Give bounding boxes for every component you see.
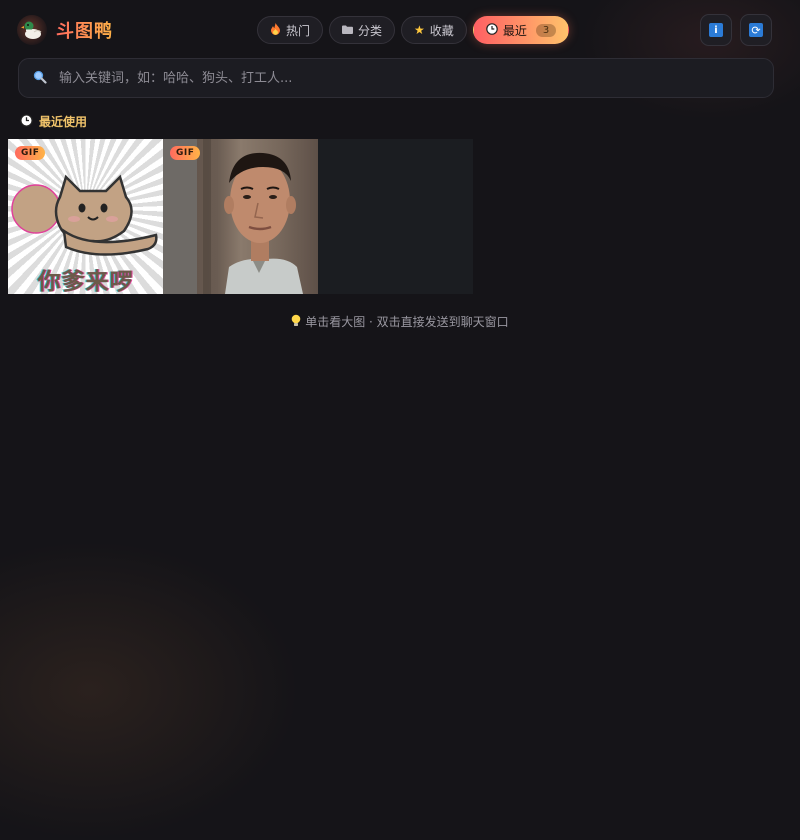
search-icon xyxy=(33,69,47,88)
tab-category[interactable]: 分类 xyxy=(329,16,396,44)
empty-slot xyxy=(318,139,473,294)
search-input[interactable] xyxy=(57,69,741,87)
logo: 斗图鸭 xyxy=(17,15,113,45)
tab-favorites[interactable]: ★ 收藏 xyxy=(401,16,467,44)
info-icon: i xyxy=(709,23,723,37)
tab-label: 最近 xyxy=(502,23,527,38)
refresh-icon: ⟳ xyxy=(749,23,763,37)
fire-icon xyxy=(270,22,281,38)
refresh-glyph: ⟳ xyxy=(751,23,761,37)
recent-count-badge: 3 xyxy=(535,23,557,37)
sticker-item[interactable]: 你爹来啰 GIF xyxy=(8,139,163,294)
gif-badge: GIF xyxy=(170,146,201,160)
clock-icon xyxy=(486,22,498,38)
tab-label: 分类 xyxy=(358,23,383,38)
sticker-caption: 你爹来啰 xyxy=(37,269,134,294)
info-glyph: i xyxy=(714,24,718,36)
sticker-item[interactable]: GIF xyxy=(163,139,318,294)
app-header: 斗图鸭 热门 分类 ★ 收藏 最近 3 i ⟳ xyxy=(0,0,800,60)
recent-grid: 你爹来啰 GIF GIF xyxy=(8,139,473,294)
usage-hint: 单击看大图 · 双击直接发送到聊天窗口 xyxy=(0,313,800,330)
folder-icon xyxy=(342,23,354,37)
info-button[interactable]: i xyxy=(700,14,732,46)
gif-badge: GIF xyxy=(15,146,46,160)
tab-recent[interactable]: 最近 3 xyxy=(472,16,570,44)
clock-icon xyxy=(20,113,33,130)
tab-label: 收藏 xyxy=(429,23,454,38)
star-icon: ★ xyxy=(414,23,425,37)
recent-section-header: 最近使用 xyxy=(20,113,87,130)
nav-tabs: 热门 分类 ★ 收藏 最近 3 xyxy=(257,16,570,44)
duck-icon xyxy=(17,15,47,45)
section-title: 最近使用 xyxy=(39,115,88,129)
bulb-icon xyxy=(291,314,305,330)
tab-label: 热门 xyxy=(286,23,311,38)
refresh-button[interactable]: ⟳ xyxy=(740,14,772,46)
search-bar xyxy=(18,58,774,98)
tab-hot[interactable]: 热门 xyxy=(257,16,324,44)
hint-text: 单击看大图 · 双击直接发送到聊天窗口 xyxy=(305,315,509,329)
man-photo-image xyxy=(163,139,303,294)
app-title: 斗图鸭 xyxy=(56,17,113,43)
